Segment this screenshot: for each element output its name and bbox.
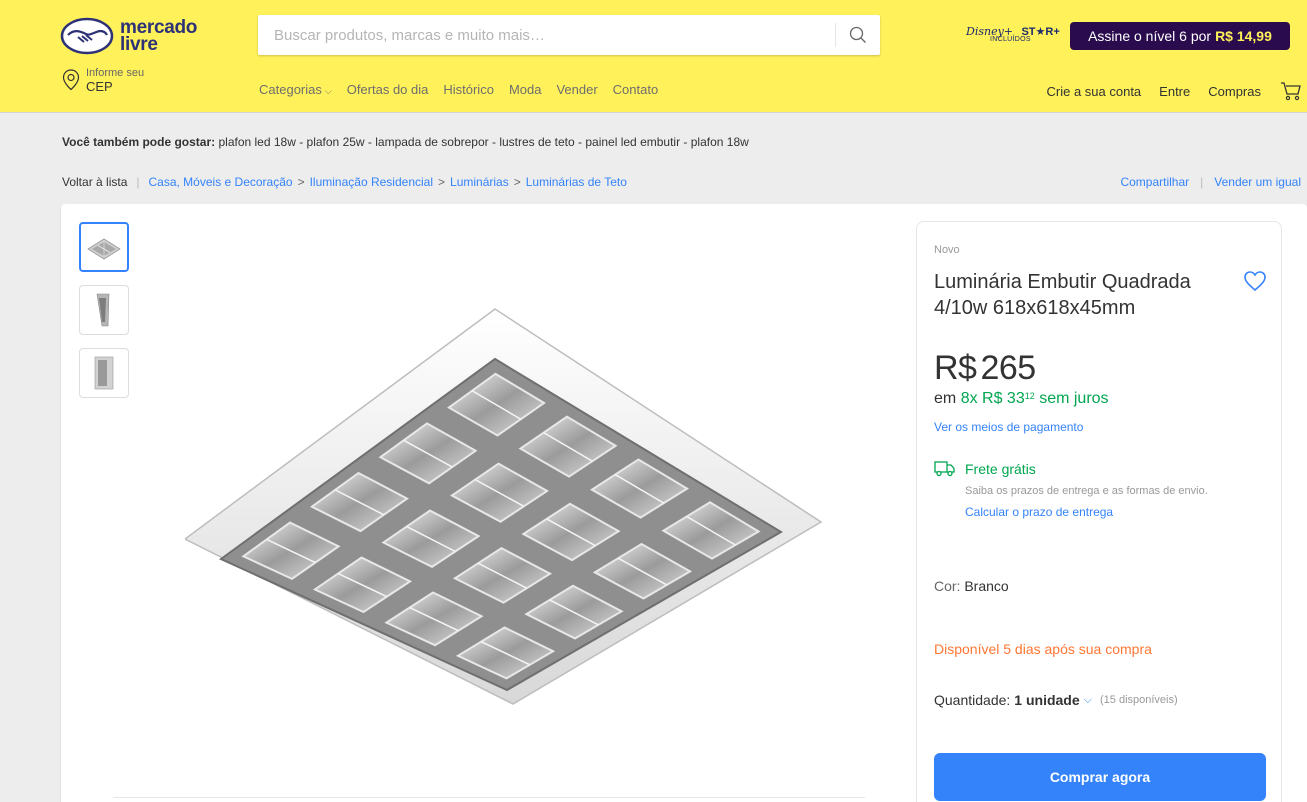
disney-included-text: INCLUÍDOS: [990, 36, 1031, 43]
breadcrumb-divider: |: [136, 175, 140, 189]
color-value: Branco: [964, 578, 1009, 594]
availability-notice: Disponível 5 dias após sua compra: [934, 641, 1152, 657]
color-selector: Cor: Branco: [934, 578, 1009, 594]
logo-text: mercado livre: [120, 17, 198, 55]
nav-moda[interactable]: Moda: [509, 82, 542, 97]
stock-available: (15 disponíveis): [1100, 694, 1178, 706]
product-card: Novo Luminária Embutir Quadrada 4/10w 61…: [61, 204, 1307, 802]
free-shipping-label: Frete grátis: [965, 460, 1036, 477]
cep-value: CEP: [86, 79, 113, 94]
breadcrumb-item[interactable]: Iluminação Residencial: [310, 175, 433, 189]
cart-icon[interactable]: [1279, 80, 1303, 102]
breadcrumb-item[interactable]: Casa, Móveis e Decoração: [149, 175, 293, 189]
thumbnail-2[interactable]: [79, 285, 129, 335]
breadcrumb-item[interactable]: Luminárias: [450, 175, 509, 189]
condition-label: Novo: [934, 244, 960, 256]
cep-location[interactable]: Informe seu CEP: [62, 67, 144, 93]
promo-price: R$ 14,99: [1215, 28, 1272, 44]
installments-prefix: em: [934, 390, 957, 407]
nav-categorias[interactable]: Categorias ⌵: [259, 82, 332, 97]
chevron-down-icon: ⌵: [324, 86, 332, 96]
shipping-description: Saiba os prazos de entrega e as formas d…: [965, 485, 1208, 497]
quantity-value[interactable]: 1 unidade: [1014, 692, 1079, 708]
chevron-down-icon[interactable]: ⌵: [1084, 694, 1092, 707]
sell-similar-link[interactable]: Vender um igual: [1214, 175, 1301, 189]
quantity-selector[interactable]: Quantidade: 1 unidade ⌵ (15 disponíveis): [934, 692, 1178, 708]
breadcrumb-arrow: >: [438, 175, 446, 189]
nav-historico[interactable]: Histórico: [443, 82, 494, 97]
price-value: 265: [980, 349, 1036, 387]
luminaire-thumbnail-image: [87, 238, 121, 260]
account-nav: Crie a sua conta Entre Compras: [1047, 80, 1307, 102]
purchases-link[interactable]: Compras: [1208, 84, 1261, 99]
search-icon: [849, 26, 866, 43]
product-title: Luminária Embutir Quadrada 4/10w 618x618…: [934, 271, 1191, 319]
luminaire-edge-thumbnail-image: [94, 356, 114, 390]
heart-favorite-icon[interactable]: [1243, 270, 1267, 292]
also-like-label: Você também pode gostar:: [62, 135, 216, 149]
thumbnail-1[interactable]: [79, 222, 129, 272]
product-price: R$ 265: [934, 349, 1036, 388]
installments-cents: 12: [1024, 391, 1035, 401]
also-like-items[interactable]: plafon led 18w - plafon 25w - lampada de…: [218, 135, 748, 149]
price-currency: R$: [934, 349, 977, 387]
product-main-image[interactable]: [185, 304, 825, 714]
breadcrumb-arrow: >: [297, 175, 305, 189]
installments: em 8x R$ 3312 sem juros: [934, 390, 1109, 408]
color-label: Cor:: [934, 578, 961, 594]
nav-ofertas[interactable]: Ofertas do dia: [347, 82, 429, 97]
search-input[interactable]: [258, 15, 835, 55]
installments-value: 8x R$ 3312 sem juros: [960, 390, 1109, 407]
thumbnail-3[interactable]: [79, 348, 129, 398]
back-to-list-link[interactable]: Voltar à lista: [62, 175, 127, 189]
promo-text: Assine o nível 6 por: [1088, 28, 1212, 44]
share-actions: Compartilhar | Vender um igual: [1120, 175, 1301, 189]
share-link[interactable]: Compartilhar: [1120, 175, 1189, 189]
search-button[interactable]: [836, 15, 880, 55]
nav-contato[interactable]: Contato: [613, 82, 659, 97]
breadcrumb-arrow: >: [513, 175, 521, 189]
quantity-label: Quantidade:: [934, 692, 1011, 708]
create-account-link[interactable]: Crie a sua conta: [1047, 84, 1142, 99]
login-link[interactable]: Entre: [1159, 84, 1190, 99]
also-like-bar: Você também pode gostar: plafon led 18w …: [62, 135, 749, 149]
buy-now-button[interactable]: Comprar agora: [934, 753, 1266, 801]
nav-vender[interactable]: Vender: [556, 82, 597, 97]
calculate-delivery-link[interactable]: Calcular o prazo de entrega: [965, 505, 1113, 519]
shipping-info: Frete grátis Saiba os prazos de entrega …: [934, 460, 1254, 521]
disney-star-logo[interactable]: Disney+ ST★R+ INCLUÍDOS: [966, 22, 1061, 60]
truck-icon: [934, 461, 955, 477]
handshake-logo-icon: [60, 17, 114, 55]
subscribe-level-banner[interactable]: Assine o nível 6 por R$ 14,99: [1070, 22, 1290, 50]
share-divider: |: [1200, 175, 1204, 189]
location-pin-icon: [62, 69, 80, 91]
mercadolivre-logo[interactable]: mercado livre: [60, 14, 220, 58]
header: mercado livre Disney+ ST★R+ INCLUÍDOS As…: [0, 0, 1307, 112]
image-divider: [113, 797, 865, 798]
breadcrumb-item[interactable]: Luminárias de Teto: [526, 175, 627, 189]
main-nav: Categorias ⌵ Ofertas do dia Histórico Mod…: [259, 82, 673, 97]
search-bar: [258, 15, 880, 55]
luminaire-side-thumbnail-image: [96, 293, 110, 327]
payment-methods-link[interactable]: Ver os meios de pagamento: [934, 420, 1083, 434]
buy-box: Novo Luminária Embutir Quadrada 4/10w 61…: [916, 221, 1282, 802]
breadcrumb: Voltar à lista | Casa, Móveis e Decoraçã…: [62, 175, 627, 189]
